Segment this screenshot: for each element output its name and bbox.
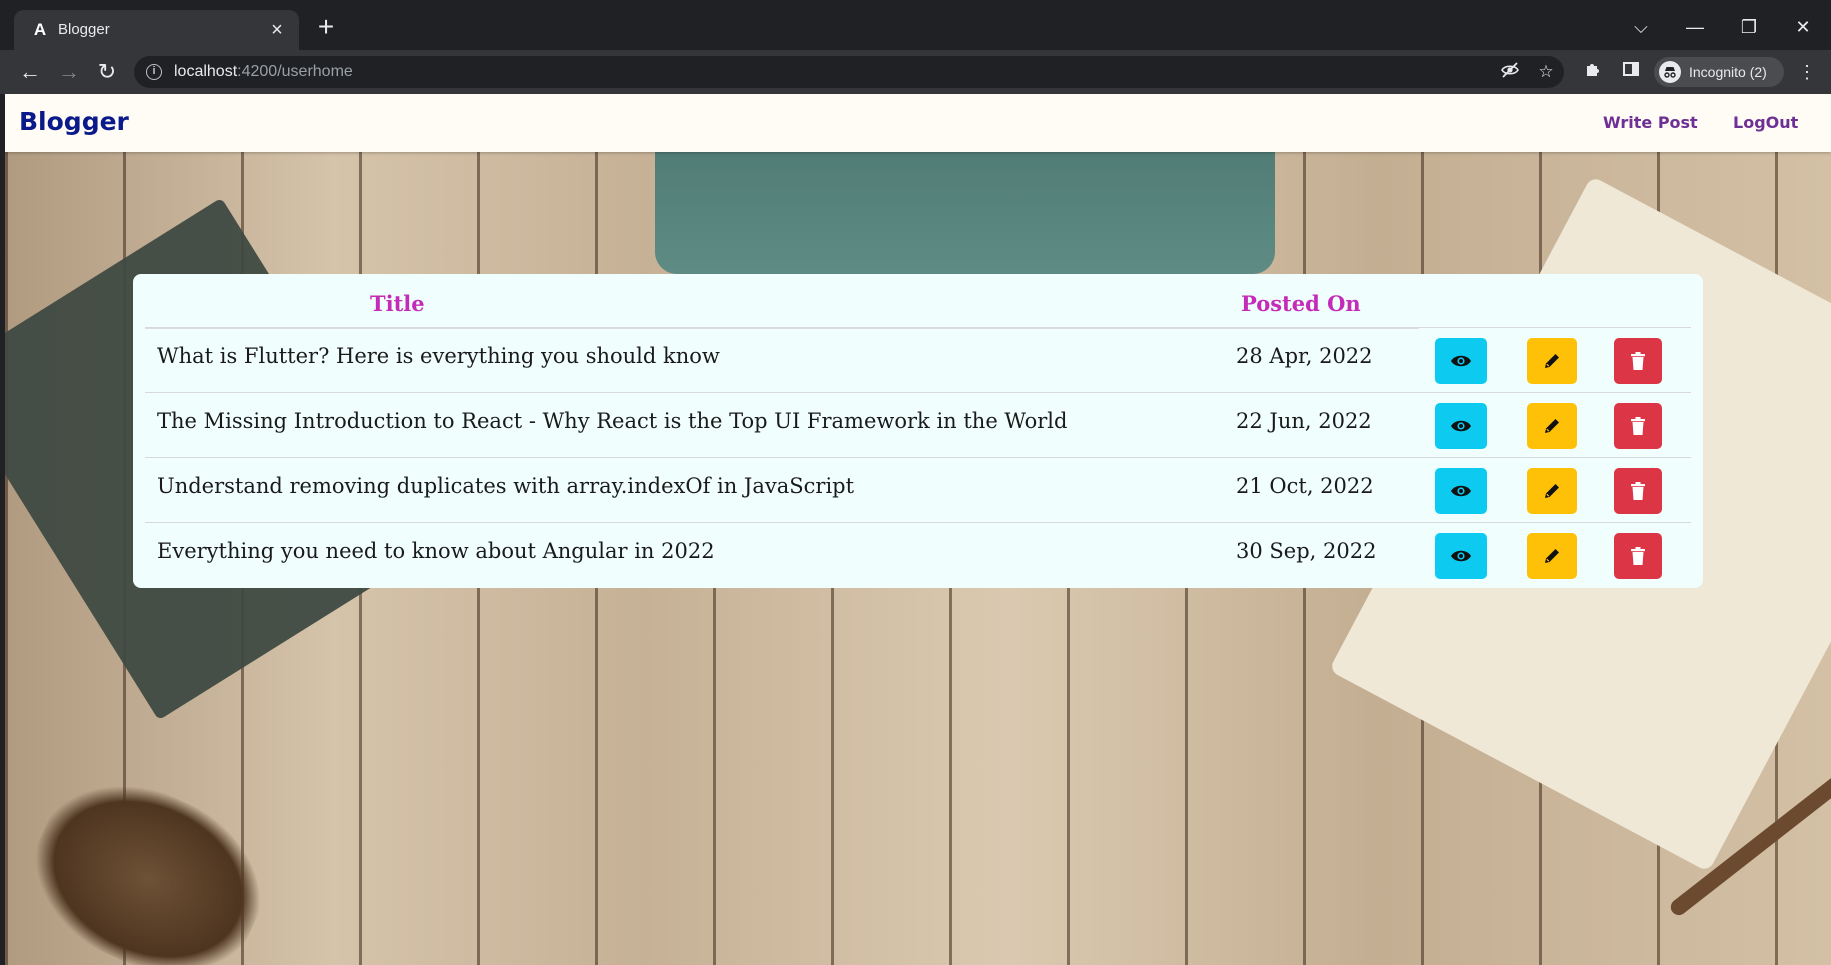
edit-post-button[interactable] <box>1527 468 1577 514</box>
delete-post-button[interactable] <box>1614 468 1662 514</box>
eye-off-icon[interactable] <box>1498 60 1522 84</box>
post-title: Understand removing duplicates with arra… <box>157 474 855 498</box>
eye-icon <box>1451 420 1471 432</box>
eye-icon <box>1451 485 1471 497</box>
more-menu-icon[interactable]: ⋮ <box>1794 59 1820 85</box>
table-row: What is Flutter? Here is everything you … <box>145 327 1691 392</box>
post-date: 30 Sep, 2022 <box>1236 539 1377 563</box>
url-path: :4200/userhome <box>237 63 353 80</box>
pencil-icon <box>1545 549 1559 563</box>
delete-post-button[interactable] <box>1614 403 1662 449</box>
page-viewport: Blogger Write Post LogOut Title Posted O… <box>5 94 1831 965</box>
write-post-link[interactable]: Write Post <box>1603 113 1698 133</box>
incognito-icon <box>1659 61 1681 83</box>
tab-title: Blogger <box>58 21 110 38</box>
column-header-posted-on: Posted On <box>1241 291 1361 316</box>
delete-post-button[interactable] <box>1614 533 1662 579</box>
trash-icon <box>1631 482 1645 500</box>
side-panel-icon[interactable] <box>1618 59 1644 85</box>
angular-favicon-icon: A <box>33 20 47 39</box>
view-post-button[interactable] <box>1435 533 1487 579</box>
post-date: 22 Jun, 2022 <box>1236 409 1372 433</box>
posts-table: Title Posted On What is Flutter? Here is… <box>133 274 1703 588</box>
trash-icon <box>1631 547 1645 565</box>
browser-tab[interactable]: A Blogger × <box>14 10 299 50</box>
back-arrow-icon[interactable]: ← <box>16 58 44 86</box>
extensions-puzzle-icon[interactable] <box>1580 59 1606 85</box>
view-post-button[interactable] <box>1435 338 1487 384</box>
post-title: Everything you need to know about Angula… <box>157 539 715 563</box>
view-post-button[interactable] <box>1435 468 1487 514</box>
brand-logo[interactable]: Blogger <box>19 107 129 137</box>
pencil-icon <box>1545 354 1559 368</box>
column-header-title: Title <box>370 291 425 316</box>
browser-toolbar: ← → ↻ i localhost:4200/userhome ☆ Incogn… <box>0 50 1831 94</box>
table-row: Understand removing duplicates with arra… <box>145 457 1691 522</box>
forward-arrow-icon[interactable]: → <box>55 58 83 86</box>
address-bar[interactable]: i localhost:4200/userhome ☆ <box>134 56 1564 88</box>
close-tab-icon[interactable]: × <box>265 18 289 42</box>
pencil-icon <box>1545 419 1559 433</box>
site-info-icon[interactable]: i <box>146 64 162 80</box>
table-row: Everything you need to know about Angula… <box>145 522 1691 587</box>
edit-post-button[interactable] <box>1527 338 1577 384</box>
url-host: localhost <box>174 63 238 80</box>
restore-icon[interactable]: ❐ <box>1734 12 1764 42</box>
edit-post-button[interactable] <box>1527 403 1577 449</box>
post-date: 28 Apr, 2022 <box>1236 344 1373 368</box>
trash-icon <box>1631 352 1645 370</box>
minimize-icon[interactable]: — <box>1680 12 1710 42</box>
bookmark-star-icon[interactable]: ☆ <box>1534 60 1558 84</box>
close-window-icon[interactable]: ✕ <box>1788 12 1818 42</box>
eye-icon <box>1451 550 1471 562</box>
table-row: The Missing Introduction to React - Why … <box>145 392 1691 457</box>
url-text: localhost:4200/userhome <box>174 62 353 82</box>
background-typewriter <box>655 134 1275 274</box>
trash-icon <box>1631 417 1645 435</box>
browser-tab-strip: A Blogger × + ⌵ — ❐ ✕ <box>0 0 1831 50</box>
post-title: What is Flutter? Here is everything you … <box>157 344 720 368</box>
view-post-button[interactable] <box>1435 403 1487 449</box>
new-tab-icon[interactable]: + <box>312 13 340 42</box>
incognito-profile-button[interactable]: Incognito (2) <box>1654 57 1784 87</box>
pencil-icon <box>1545 484 1559 498</box>
eye-icon <box>1451 355 1471 367</box>
edit-post-button[interactable] <box>1527 533 1577 579</box>
logout-link[interactable]: LogOut <box>1733 113 1798 133</box>
tab-search-chevron-icon[interactable]: ⌵ <box>1626 12 1656 42</box>
post-date: 21 Oct, 2022 <box>1236 474 1374 498</box>
site-navbar: Blogger Write Post LogOut <box>5 94 1831 152</box>
incognito-label: Incognito (2) <box>1689 64 1767 80</box>
post-title: The Missing Introduction to React - Why … <box>157 409 1068 433</box>
reload-icon[interactable]: ↻ <box>93 58 121 86</box>
delete-post-button[interactable] <box>1614 338 1662 384</box>
